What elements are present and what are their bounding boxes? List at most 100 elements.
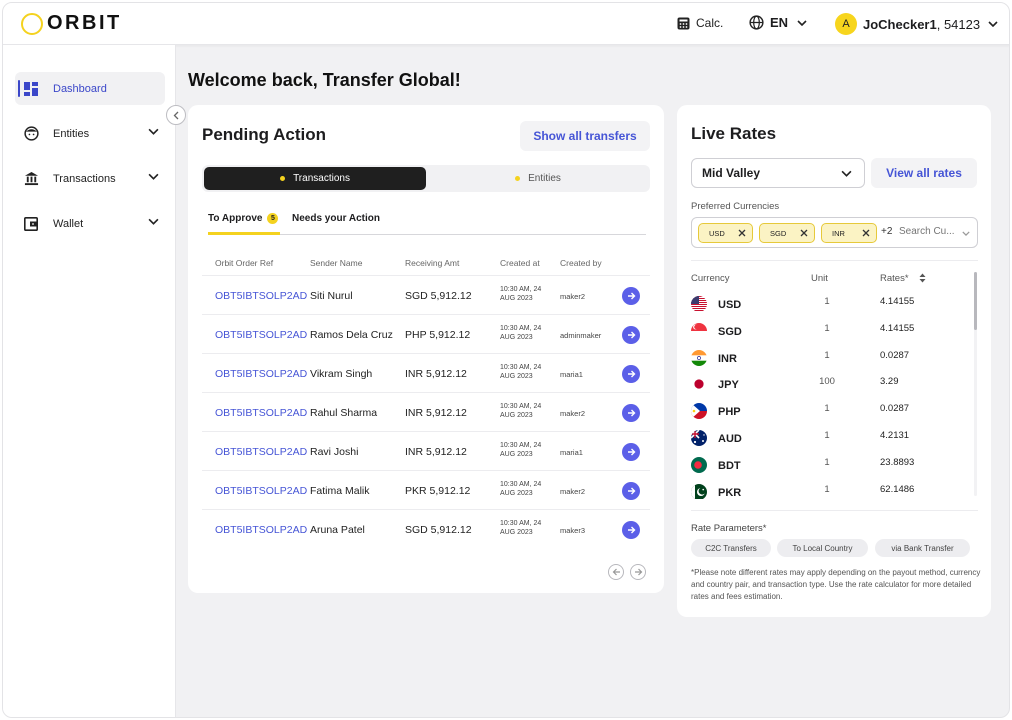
chevron-left-icon xyxy=(173,111,179,119)
sidebar-item-entities[interactable]: Entities xyxy=(15,117,165,150)
in-flag-icon xyxy=(691,349,707,366)
created-at: 10:30 AM, 24 AUG 2023 xyxy=(500,285,550,303)
ph-flag-icon xyxy=(691,403,707,420)
calculator-button[interactable]: Calc. xyxy=(677,16,723,30)
scrollbar[interactable] xyxy=(974,272,977,330)
logo-text: ORBIT xyxy=(47,12,122,34)
language-selector[interactable]: EN xyxy=(749,15,807,30)
sidebar-item-transactions[interactable]: Transactions xyxy=(15,162,165,195)
created-at-date: AUG 2023 xyxy=(500,373,533,380)
tab-needs-action[interactable]: Needs your Action xyxy=(292,213,380,235)
table-row[interactable]: OBT5IBTSOLP2AD Ravi Joshi INR 5,912.12 10:3… xyxy=(202,431,650,470)
open-transaction-button[interactable] xyxy=(622,365,640,383)
language-label: EN xyxy=(770,15,789,30)
user-id: , 54123 xyxy=(936,16,981,32)
currency-unit: 1 xyxy=(824,456,830,468)
rate-parameters-label: Rate Parameters* xyxy=(691,523,767,534)
param-c2c-transfers[interactable]: C2C Transfers xyxy=(691,539,771,557)
table-row[interactable]: OBT5IBTSOLP2AD Aruna Patel SGD 5,912.12 10:… xyxy=(202,509,650,548)
column-header: Created by xyxy=(560,258,602,268)
live-rates-title: Live Rates xyxy=(691,124,777,143)
segment-control: Transactions Entities xyxy=(202,165,650,192)
show-all-transfers-button[interactable]: Show all transfers xyxy=(520,121,650,151)
close-icon[interactable] xyxy=(861,228,871,238)
chip-label: USD xyxy=(709,228,725,238)
order-ref-link[interactable]: OBT5IBTSOLP2AD xyxy=(215,446,307,458)
created-at-time: 10:30 AM, 24 xyxy=(500,364,542,371)
rate-row: PKR 1 62.1486 xyxy=(691,481,961,499)
sort-icon[interactable] xyxy=(919,273,926,283)
rate-row: SGD 1 4.14155 xyxy=(691,320,961,347)
arrow-right-icon xyxy=(627,409,635,417)
user-name-label: JoChecker1, 54123 xyxy=(863,17,980,32)
orbit-logo[interactable]: ORBIT xyxy=(21,12,122,35)
chevron-down-icon xyxy=(148,128,159,135)
prev-page-button[interactable] xyxy=(608,564,624,580)
table-row[interactable]: OBT5IBTSOLP2AD Siti Nurul SGD 5,912.12 10:3… xyxy=(202,275,650,314)
sidebar-item-label: Wallet xyxy=(53,217,84,230)
created-at-time: 10:30 AM, 24 xyxy=(500,520,542,527)
order-ref-link[interactable]: OBT5IBTSOLP2AD xyxy=(215,329,307,341)
table-row[interactable]: OBT5IBTSOLP2AD Rahul Sharma INR 5,912.12 10… xyxy=(202,392,650,431)
pending-title: Pending Action xyxy=(202,125,327,144)
sidebar-item-dashboard[interactable]: Dashboard xyxy=(15,72,165,105)
close-icon[interactable] xyxy=(799,228,809,238)
arrow-right-icon xyxy=(627,448,635,456)
chip-label: SGD xyxy=(770,228,787,238)
preferred-currencies-select[interactable]: USD SGD INR +2 xyxy=(691,217,978,248)
sidebar-item-label: Dashboard xyxy=(53,82,107,95)
arrow-right-icon xyxy=(627,370,635,378)
collapse-sidebar-button[interactable] xyxy=(166,105,186,125)
view-all-rates-button[interactable]: View all rates xyxy=(871,158,977,188)
created-at-date: AUG 2023 xyxy=(500,490,533,497)
created-by: maker2 xyxy=(560,409,586,418)
receiving-amount: INR 5,912.12 xyxy=(405,446,467,458)
user-menu[interactable]: A JoChecker1, 54123 xyxy=(835,13,998,35)
currency-unit: 1 xyxy=(824,322,830,334)
currency-unit: 1 xyxy=(824,483,830,495)
currency-code: JPY xyxy=(718,379,739,392)
open-transaction-button[interactable] xyxy=(622,404,640,422)
param-via-bank-transfer[interactable]: via Bank Transfer xyxy=(875,539,970,557)
rate-row: USD 1 4.14155 xyxy=(691,293,961,320)
tab-entities[interactable]: Entities xyxy=(428,167,648,190)
order-ref-link[interactable]: OBT5IBTSOLP2AD xyxy=(215,368,307,380)
open-transaction-button[interactable] xyxy=(622,326,640,344)
next-page-button[interactable] xyxy=(630,564,646,580)
close-icon[interactable] xyxy=(737,228,747,238)
created-by: maker2 xyxy=(560,292,586,301)
currency-search-input[interactable] xyxy=(899,226,959,237)
table-row[interactable]: OBT5IBTSOLP2AD Vikram Singh INR 5,912.12 10… xyxy=(202,353,650,392)
count-badge: 5 xyxy=(267,213,279,224)
location-value: Mid Valley xyxy=(702,166,761,180)
entities-icon xyxy=(23,126,39,142)
order-ref-link[interactable]: OBT5IBTSOLP2AD xyxy=(215,407,307,419)
sender-name: Rahul Sharma xyxy=(310,407,378,419)
rates-list: USD 1 4.14155 SGD 1 4.14155 INR 1 0.0287 JPY 100 3.… xyxy=(691,293,961,499)
order-ref-link[interactable]: OBT5IBTSOLP2AD xyxy=(215,485,307,497)
chevron-down-icon xyxy=(148,173,159,180)
chevron-down-icon xyxy=(797,19,807,26)
bd-flag-icon xyxy=(691,456,707,473)
order-ref-link[interactable]: OBT5IBTSOLP2AD xyxy=(215,524,307,536)
table-row[interactable]: OBT5IBTSOLP2AD Ramos Dela Cruz PHP 5,912.1… xyxy=(202,314,650,353)
arrow-right-icon xyxy=(627,331,635,339)
order-ref-link[interactable]: OBT5IBTSOLP2AD xyxy=(215,290,307,302)
param-to-local-country[interactable]: To Local Country xyxy=(777,539,868,557)
preferred-currencies-label: Preferred Currencies xyxy=(691,201,780,212)
tab-transactions[interactable]: Transactions xyxy=(204,167,426,190)
currency-chip: USD xyxy=(698,223,753,243)
receiving-amount: SGD 5,912.12 xyxy=(405,524,472,536)
open-transaction-button[interactable] xyxy=(622,443,640,461)
location-select[interactable]: Mid Valley xyxy=(691,158,865,188)
open-transaction-button[interactable] xyxy=(622,482,640,500)
sidebar-item-wallet[interactable]: Wallet xyxy=(15,207,165,240)
open-transaction-button[interactable] xyxy=(622,287,640,305)
tab-to-approve[interactable]: To Approve 5 xyxy=(208,213,280,235)
logo-ring-icon xyxy=(21,12,43,35)
arrow-right-icon xyxy=(627,526,635,534)
open-transaction-button[interactable] xyxy=(622,521,640,539)
arrow-right-icon xyxy=(634,568,642,576)
table-row[interactable]: OBT5IBTSOLP2AD Fatima Malik PKR 5,912.12 10… xyxy=(202,470,650,509)
created-at-time: 10:30 AM, 24 xyxy=(500,442,542,449)
